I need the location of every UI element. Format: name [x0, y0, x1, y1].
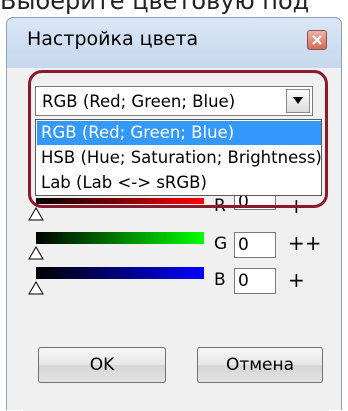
blue-slider-track[interactable]	[36, 267, 204, 279]
blue-value-input[interactable]: 0	[234, 268, 276, 294]
close-button[interactable]	[307, 30, 327, 50]
green-label: G	[214, 234, 228, 254]
blue-label: B	[214, 270, 226, 290]
green-slider-thumb[interactable]	[28, 246, 44, 260]
green-sign: ++	[288, 231, 322, 255]
highlight-annotation	[28, 70, 328, 208]
green-value-input[interactable]: 0	[234, 232, 276, 258]
page-header-cropped: Выберите цветовую под	[0, 0, 348, 16]
blue-sign: +	[288, 268, 305, 292]
ok-button[interactable]: OK	[38, 347, 166, 383]
cancel-button[interactable]: Отмена	[197, 347, 323, 383]
blue-slider-thumb[interactable]	[28, 281, 44, 295]
green-slider-track[interactable]	[36, 232, 204, 244]
red-slider-thumb[interactable]	[28, 207, 44, 221]
close-icon	[312, 35, 322, 45]
page-header-text: Выберите цветовую под	[0, 0, 310, 15]
dialog-title: Настройка цвета	[27, 28, 199, 50]
